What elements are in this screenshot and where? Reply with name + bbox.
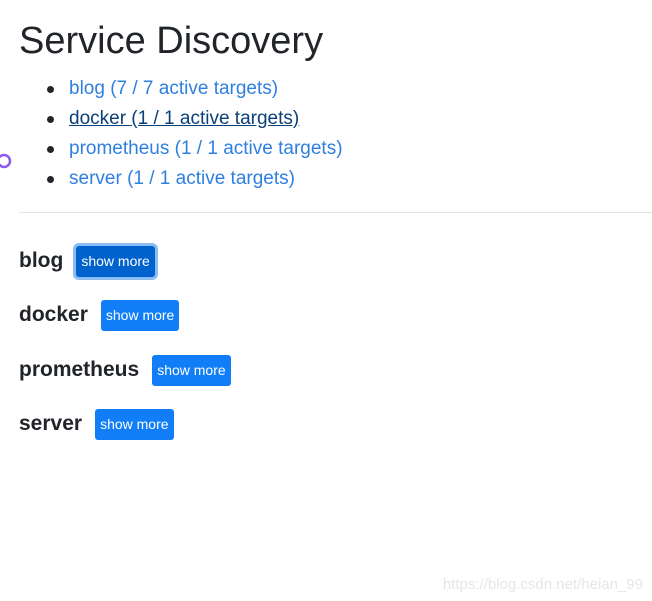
section-title-prometheus: prometheus bbox=[19, 358, 140, 381]
section-docker: docker show more bbox=[19, 299, 180, 331]
section-server: server show more bbox=[19, 408, 174, 440]
target-list-item: prometheus (1 / 1 active targets) bbox=[0, 134, 343, 164]
page-title: Service Discovery bbox=[19, 20, 324, 62]
section-title-server: server bbox=[19, 412, 83, 435]
target-link-prometheus[interactable]: prometheus (1 / 1 active targets) bbox=[69, 138, 343, 159]
target-link-server[interactable]: server (1 / 1 active targets) bbox=[69, 168, 295, 189]
show-more-button-blog[interactable]: show more bbox=[76, 245, 155, 277]
service-discovery-page: Service Discovery blog (7 / 7 active tar… bbox=[0, 0, 652, 601]
section-blog: blog show more bbox=[19, 245, 155, 277]
target-list-item: docker (1 / 1 active targets) bbox=[0, 104, 343, 134]
show-more-button-docker[interactable]: show more bbox=[100, 299, 180, 331]
target-list-item: blog (7 / 7 active targets) bbox=[0, 74, 343, 104]
target-link-blog[interactable]: blog (7 / 7 active targets) bbox=[69, 78, 278, 99]
target-list-item: server (1 / 1 active targets) bbox=[0, 164, 343, 194]
section-title-docker: docker bbox=[19, 303, 88, 326]
show-more-button-prometheus[interactable]: show more bbox=[152, 354, 231, 386]
watermark: https://blog.csdn.net/heian_99 bbox=[442, 576, 643, 593]
link-select-cursor-icon bbox=[0, 153, 12, 169]
target-link-docker[interactable]: docker (1 / 1 active targets) bbox=[69, 108, 299, 129]
bullet-icon bbox=[47, 176, 54, 183]
section-title-blog: blog bbox=[19, 249, 64, 272]
bullet-icon bbox=[47, 86, 54, 93]
bullet-icon bbox=[47, 116, 54, 123]
show-more-button-server[interactable]: show more bbox=[95, 408, 174, 440]
section-prometheus: prometheus show more bbox=[19, 354, 231, 386]
bullet-icon bbox=[47, 146, 54, 153]
divider bbox=[19, 212, 652, 213]
target-list: blog (7 / 7 active targets) docker (1 / … bbox=[0, 74, 343, 194]
